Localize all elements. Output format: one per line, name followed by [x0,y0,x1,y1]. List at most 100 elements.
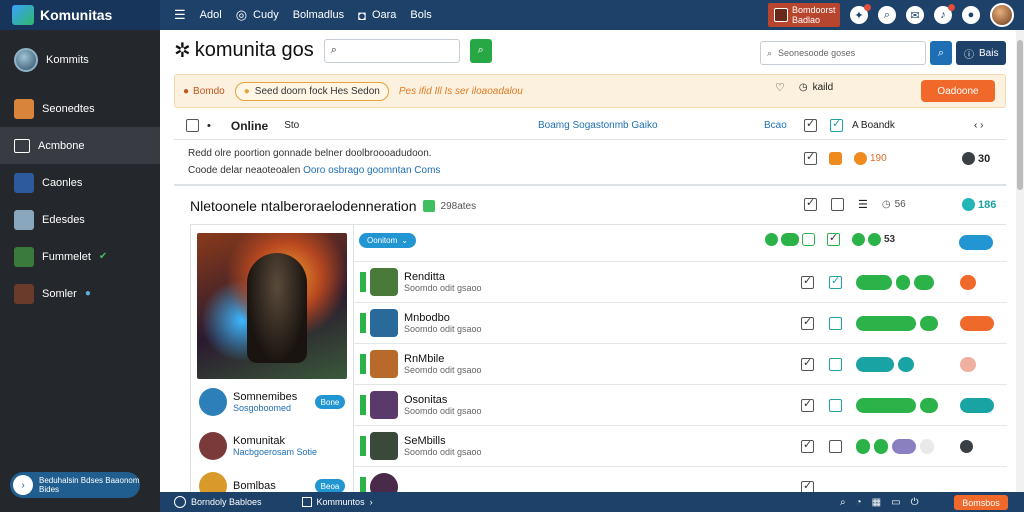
green-count[interactable]: 53 [852,233,895,246]
nav-item-oara[interactable]: ◘ Oara [358,8,396,23]
left-user-item[interactable]: Bomlbas [199,469,276,492]
section-checkbox-empty[interactable] [831,198,844,211]
grey-count[interactable]: ◷ 56 [882,199,906,210]
info-button[interactable]: ⓘ Bais [956,41,1007,65]
row-checkbox[interactable] [801,438,814,453]
status-pill[interactable] [896,274,910,290]
column-header-4[interactable]: A Boandk [852,120,895,131]
window-icon[interactable]: ▭ [891,497,900,508]
user-avatar[interactable] [990,3,1014,27]
power-icon[interactable]: ⏻ [911,497,919,508]
table-row[interactable]: Mnbodbo Soomdo odit gsaoo [354,302,1007,343]
row-checkbox[interactable] [801,397,814,412]
user-pill-button[interactable]: Beoa [315,479,345,492]
column-checkbox[interactable] [804,117,817,132]
search-go-button[interactable]: ⌕ [469,38,492,63]
status-pill[interactable] [874,438,888,454]
nav-item-adol[interactable]: Adol [200,9,222,21]
status-pill[interactable] [914,274,934,290]
filter-search-input[interactable]: ⌕ Seonesoode goses [760,41,926,65]
row-checkbox[interactable] [801,356,814,371]
section-checkbox[interactable] [804,196,817,211]
scrollbar-thumb[interactable] [1017,40,1023,190]
row-checkbox[interactable] [801,315,814,330]
search-input[interactable]: ⌕ [323,38,460,63]
status-pill[interactable] [892,438,916,454]
brand[interactable]: Komunitas [0,0,160,30]
status-pill[interactable] [920,315,938,331]
banner-dropdown[interactable]: ◷ kaild [799,82,833,93]
row-end-pill[interactable] [960,315,994,331]
heart-icon[interactable]: ♡ [775,81,785,94]
status-pill[interactable] [856,274,892,290]
status-pill[interactable] [920,438,934,454]
nav-item-cudy[interactable]: ◎ Cudy [236,7,279,23]
sidebar-item-somler[interactable]: Somler ● [0,275,160,312]
status-pill[interactable] [898,356,914,372]
row-toggle[interactable] [829,398,842,412]
blue-action-pill[interactable] [959,235,993,250]
status-item-middle[interactable]: Kommuntos › [301,497,373,507]
row-toggle[interactable] [829,316,842,330]
status-action-button[interactable]: Bomsbos [954,495,1008,510]
list-icon[interactable]: ☰ [858,198,868,211]
banner-action-button[interactable]: Oadoone [921,80,995,102]
nav-item-bolmadlus[interactable]: Bolmadlus [293,9,344,21]
wifi-icon[interactable]: ◔ [856,497,862,508]
status-pill[interactable] [856,397,916,413]
status-pill[interactable] [856,438,870,454]
gamepad-icon[interactable]: ✦ [850,4,871,24]
grid-icon[interactable]: ▦ [872,497,881,508]
user-pill-button[interactable]: Bone [315,395,345,409]
sidebar-footer-button[interactable]: › Beduhalsin Bdses Baaonom Bides [10,472,140,498]
row-end-pill[interactable] [960,274,976,290]
row-end-count[interactable] [960,439,976,453]
count-pill[interactable]: 190 [854,152,887,165]
table-row[interactable]: Renditta Soomdo odit gsaoo [354,261,1007,302]
table-row[interactable]: RnMbile Seomdo odit gsaoo [354,343,1007,384]
status-pill[interactable] [856,356,894,372]
sidebar-item-seonedtes[interactable]: Seonedtes [0,90,160,127]
column-toggle[interactable] [830,117,843,132]
filter-search-button[interactable]: ⌕ [930,41,952,65]
featured-game-image[interactable] [197,233,347,379]
row-toggle[interactable] [829,274,842,289]
nav-item-bols[interactable]: Bols [410,9,431,21]
banner-pill[interactable]: ● Seed doorn fock Hes Sedon [234,81,389,101]
row-checkbox[interactable] [804,150,817,165]
status-pill[interactable] [856,315,916,331]
mail-icon[interactable]: ✉ [906,6,924,24]
row-toggle[interactable] [829,439,842,453]
table-row[interactable]: Osonitas Soomdo odit gsaoo [354,384,1007,425]
sidebar-item-fummelet[interactable]: Fummelet ✔ [0,238,160,275]
description-link[interactable]: Ooro osbrago goomntan Coms [303,165,440,176]
sidebar-item-caonles[interactable]: Caonles [0,164,160,201]
bell-icon[interactable]: ♪ [934,4,955,24]
list-header-link[interactable]: Boamg Sogastonmb Gaiko [538,120,658,131]
menu-icon[interactable]: ☰ [174,7,186,23]
scrollbar[interactable] [1016,30,1024,492]
left-user-item[interactable]: Somnemibes Sosgoboomed [199,385,297,419]
chat-icon[interactable]: ● [962,6,980,24]
table-row[interactable]: SeMbills Soomdo odit gsaoo [354,425,1007,466]
sidebar-item-edesdes[interactable]: Edesdes [0,201,160,238]
row-end-pill[interactable] [960,356,976,372]
sidebar-item-profile[interactable]: Kommits [0,30,160,90]
promo-button[interactable]: Bomdoorst Badlao [768,3,840,27]
left-user-item[interactable]: Komunitak Nacbgoerosam Sotie [199,429,317,463]
green-toggle-group[interactable] [765,233,815,246]
teal-count[interactable]: 186 [962,198,996,211]
filter-pill[interactable]: Oonitom ⌄ [359,233,416,248]
status-pill[interactable] [920,397,938,413]
banner-tag[interactable]: ● Bomdo [183,86,225,97]
row-end-pill[interactable] [960,397,994,413]
dark-count[interactable]: 30 [962,152,990,165]
sort-arrows-icon[interactable]: ‹ › [974,120,983,131]
status-item-left[interactable]: Borndoly Babloes [174,496,262,508]
sidebar-item-acmbone[interactable]: Acmbone [0,127,160,164]
search-icon[interactable]: ⌕ [840,497,846,508]
column-header-1[interactable]: Bcao [764,120,787,131]
table-row[interactable] [354,466,1007,492]
row-checkbox[interactable] [801,479,814,492]
row-checkbox[interactable] [801,274,814,289]
